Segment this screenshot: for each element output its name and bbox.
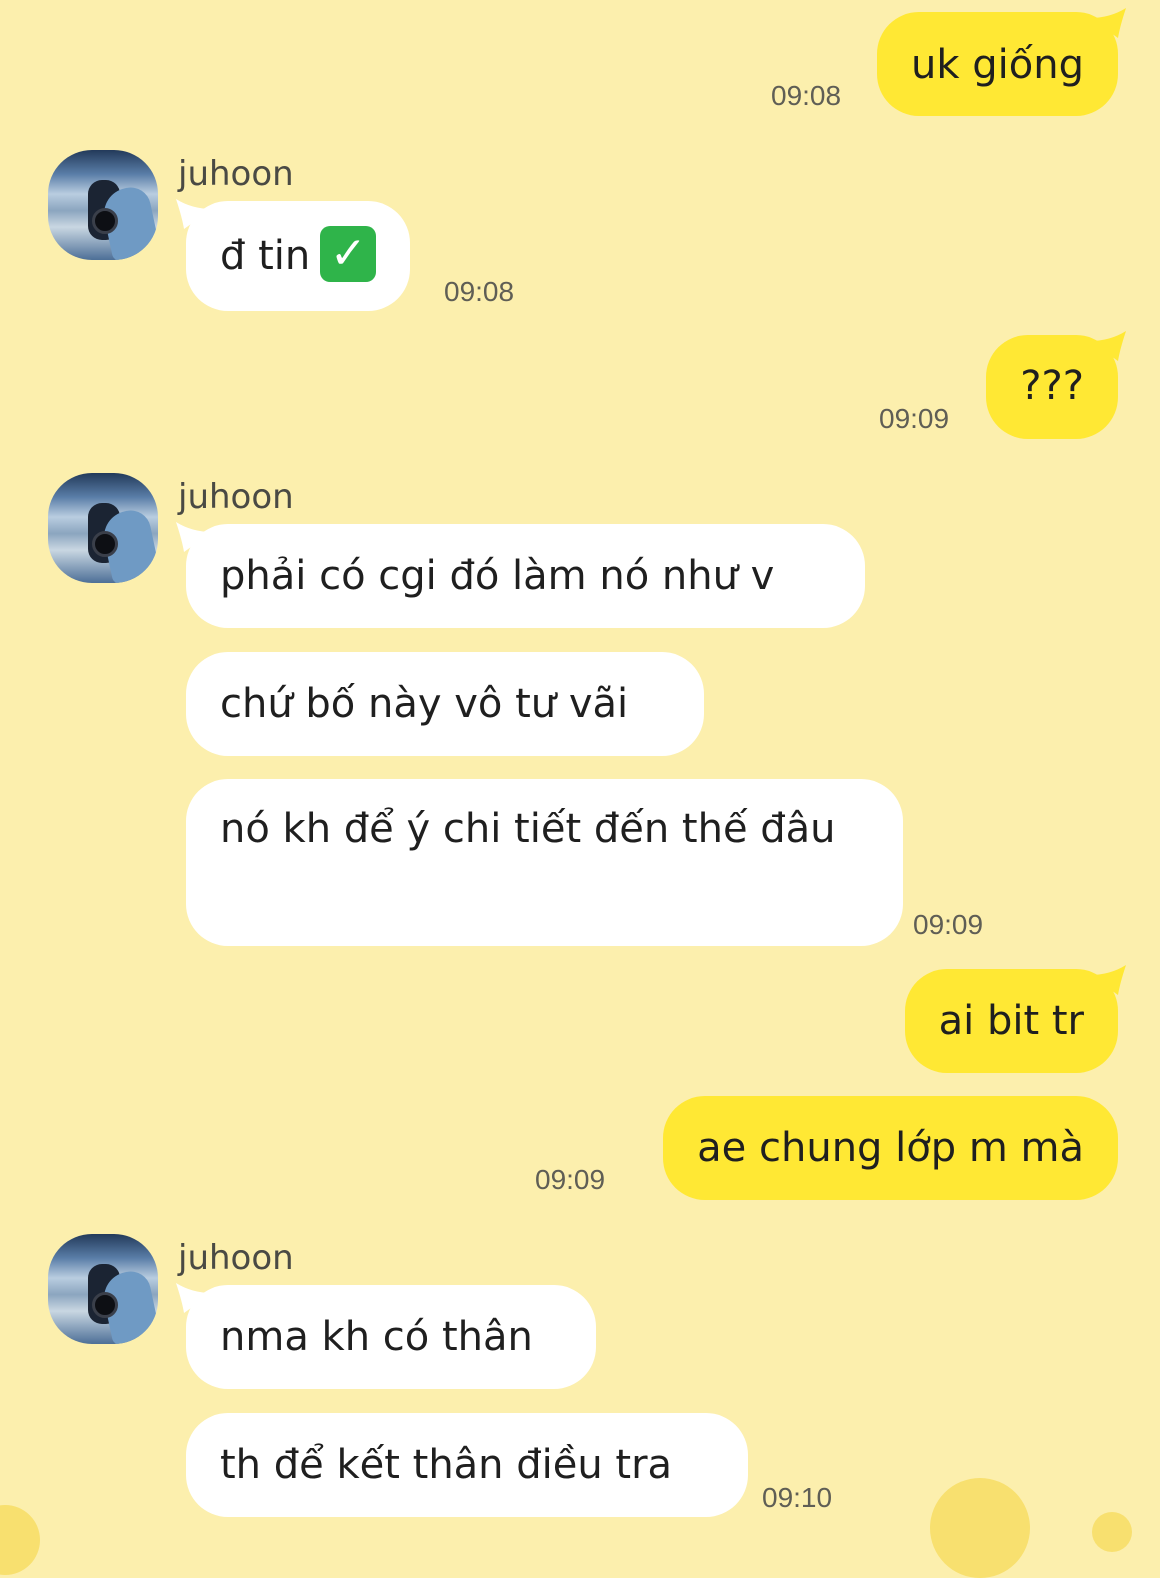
message-time: 09:09 xyxy=(913,909,984,940)
bubble-tail-icon xyxy=(1090,331,1126,361)
message-text: ??? xyxy=(1020,363,1084,409)
check-mark-emoji-icon: ✓ xyxy=(320,226,377,282)
outgoing-message[interactable]: ai bit tr xyxy=(904,965,1126,1073)
message-text: th để kết thân điều tra xyxy=(220,1442,673,1488)
message-text: chứ bố này vô tư vãi xyxy=(220,681,629,727)
message-time: 09:10 xyxy=(762,1482,833,1513)
background-decoration xyxy=(0,1505,40,1575)
incoming-message[interactable]: th để kết thân điều tra xyxy=(186,1413,748,1517)
avatar[interactable] xyxy=(48,473,158,583)
message-time: 09:08 xyxy=(444,276,515,307)
message-text: nó kh để ý chi tiết đến thế đâu xyxy=(220,806,836,852)
bubble-tail-icon xyxy=(176,1283,212,1313)
outgoing-message[interactable]: ae chung lớp m mà xyxy=(663,1096,1118,1200)
bubble-tail-icon xyxy=(176,199,212,229)
message-text: nma kh có thân xyxy=(220,1314,533,1360)
incoming-message[interactable]: nma kh có thân xyxy=(176,1283,596,1389)
message-text: phải có cgi đó làm nó như v xyxy=(220,553,775,599)
incoming-message[interactable]: chứ bố này vô tư vãi xyxy=(186,652,704,756)
bubble-tail-icon xyxy=(1090,8,1126,38)
background-decoration xyxy=(1092,1512,1132,1552)
background-decoration xyxy=(930,1478,1030,1578)
outgoing-message[interactable]: uk giống xyxy=(877,8,1126,116)
bubble-tail-icon xyxy=(176,522,212,552)
message-time: 09:09 xyxy=(879,403,950,434)
message-text: ai bit tr xyxy=(938,998,1084,1044)
sender-name: juhoon xyxy=(178,1238,294,1278)
message-text: đ tin xyxy=(220,233,311,279)
avatar[interactable] xyxy=(48,1234,158,1344)
message-text: ae chung lớp m mà xyxy=(697,1125,1084,1171)
incoming-message[interactable]: nó kh để ý chi tiết đến thế đâu xyxy=(186,779,903,946)
sender-name: juhoon xyxy=(178,154,294,194)
outgoing-message[interactable]: ??? xyxy=(986,331,1126,439)
sender-name: juhoon xyxy=(178,477,294,517)
incoming-message[interactable]: đ tin ✓ xyxy=(176,199,411,311)
message-time: 09:09 xyxy=(535,1164,606,1195)
message-time: 09:08 xyxy=(771,80,842,111)
message-text: uk giống xyxy=(911,42,1084,88)
incoming-message[interactable]: phải có cgi đó làm nó như v xyxy=(176,522,865,628)
avatar[interactable] xyxy=(48,150,158,260)
bubble-tail-icon xyxy=(1090,965,1126,995)
